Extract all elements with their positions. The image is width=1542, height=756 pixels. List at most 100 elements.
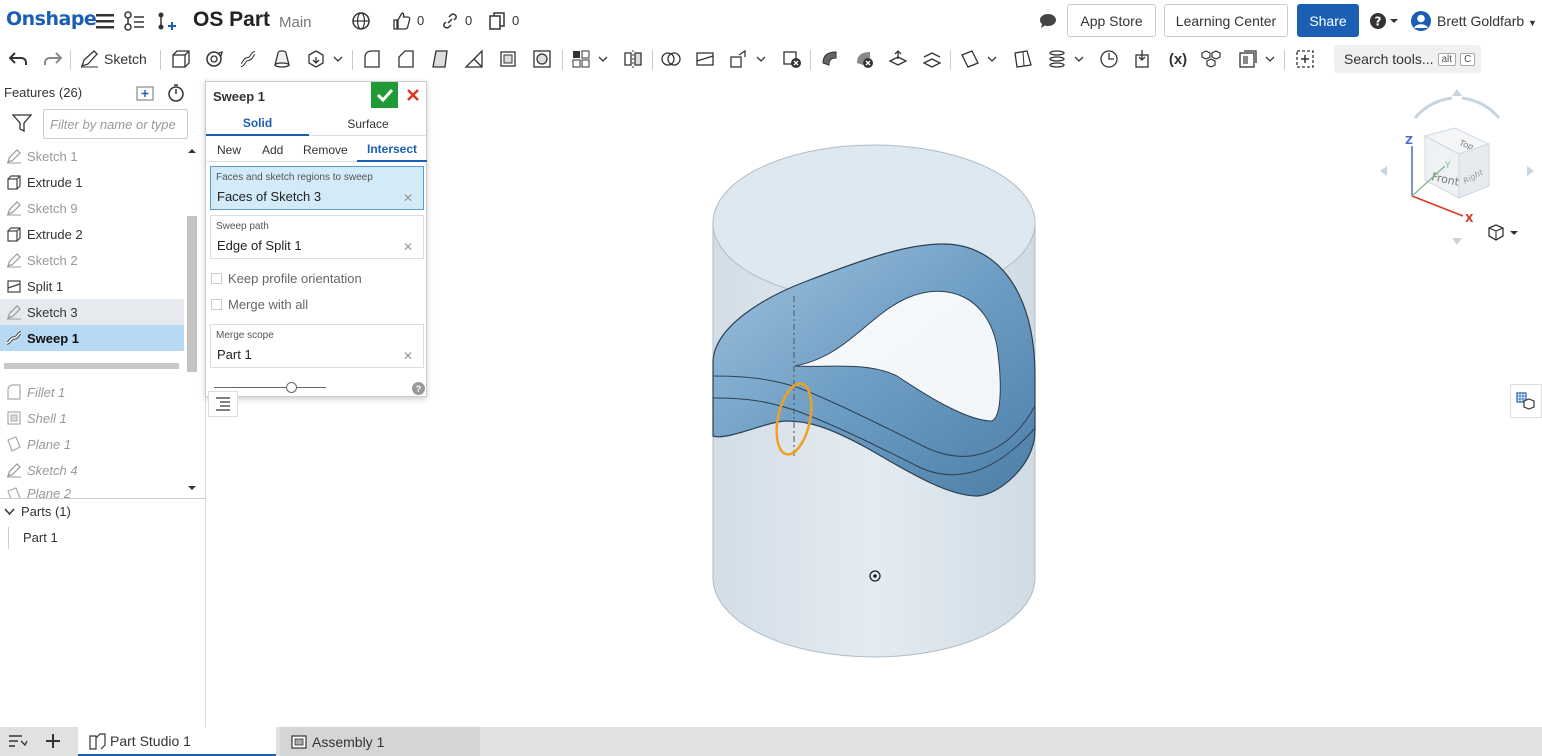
feature-list-panel: Features (26) Filter by name or type Ske… bbox=[0, 79, 206, 727]
parts-header[interactable]: Parts (1) bbox=[4, 504, 71, 519]
chevron-down-icon[interactable] bbox=[753, 47, 769, 71]
feature-item[interactable]: Sketch 3 bbox=[0, 299, 184, 325]
chamfer-icon[interactable] bbox=[394, 47, 418, 71]
move-face-icon[interactable] bbox=[886, 47, 910, 71]
chevron-down-icon[interactable] bbox=[595, 47, 611, 71]
add-tab-icon[interactable] bbox=[44, 732, 62, 755]
scroll-thumb[interactable] bbox=[187, 216, 197, 372]
part-item[interactable]: Part 1 bbox=[23, 530, 58, 545]
revolve-icon[interactable] bbox=[202, 47, 226, 71]
learning-center-button[interactable]: Learning Center bbox=[1164, 4, 1288, 37]
chevron-down-icon[interactable] bbox=[330, 47, 346, 71]
sketch-icon bbox=[5, 303, 23, 321]
pattern-icon[interactable] bbox=[569, 47, 593, 71]
measure-icon[interactable] bbox=[1097, 47, 1121, 71]
graphics-viewport[interactable]: Top Front Right Z X Y bbox=[207, 76, 1542, 727]
document-title[interactable]: OS Part bbox=[193, 8, 270, 32]
view-options-icon[interactable] bbox=[1488, 224, 1518, 241]
branch-name[interactable]: Main bbox=[279, 14, 312, 31]
feature-item[interactable]: Sweep 1 bbox=[0, 325, 184, 351]
toolbar-divider bbox=[562, 50, 563, 70]
feature-item[interactable]: Sketch 4 bbox=[0, 457, 184, 483]
scroll-up-icon[interactable] bbox=[187, 147, 197, 155]
copy-icon[interactable] bbox=[486, 10, 508, 32]
appearance-panel-button[interactable] bbox=[1510, 384, 1542, 418]
user-menu[interactable]: Brett Goldfarb ▼ bbox=[1437, 13, 1537, 29]
comments-icon[interactable] bbox=[1037, 10, 1059, 32]
modify-fillet-icon[interactable] bbox=[818, 47, 842, 71]
add-folder-icon[interactable] bbox=[136, 84, 156, 107]
feature-item[interactable]: Sketch 2 bbox=[0, 247, 184, 273]
sweep-icon[interactable] bbox=[236, 47, 260, 71]
tab-manager-icon[interactable] bbox=[8, 733, 28, 754]
chevron-down-icon[interactable] bbox=[1071, 47, 1087, 71]
like-icon[interactable] bbox=[390, 10, 412, 32]
extrude-icon[interactable] bbox=[168, 47, 192, 71]
feature-item[interactable]: Split 1 bbox=[0, 273, 184, 299]
onshape-logo[interactable]: Onshape bbox=[6, 8, 97, 30]
plane-icon[interactable] bbox=[958, 47, 982, 71]
sketch-button[interactable]: Sketch bbox=[80, 47, 152, 71]
feature-item[interactable]: Extrude 2 bbox=[0, 221, 184, 247]
delete-face-icon[interactable] bbox=[852, 47, 876, 71]
mate-connector-icon[interactable] bbox=[1011, 47, 1035, 71]
feature-item[interactable]: Fillet 1 bbox=[0, 379, 184, 405]
parts-header-label: Parts (1) bbox=[21, 504, 71, 519]
search-tools-button[interactable]: Search tools... alt C bbox=[1334, 45, 1481, 73]
shell-icon[interactable] bbox=[496, 47, 520, 71]
delete-part-icon[interactable] bbox=[780, 47, 804, 71]
boolean-icon[interactable] bbox=[659, 47, 683, 71]
axis-y-label: Y bbox=[1444, 161, 1451, 171]
undo-icon[interactable] bbox=[6, 47, 30, 71]
feature-item[interactable]: Plane 2 bbox=[0, 483, 184, 499]
redo-icon[interactable] bbox=[41, 47, 65, 71]
draft-icon[interactable] bbox=[428, 47, 452, 71]
timer-icon[interactable] bbox=[166, 83, 186, 108]
replace-face-icon[interactable] bbox=[920, 47, 944, 71]
app-store-button[interactable]: App Store bbox=[1067, 4, 1156, 37]
feature-item-label: Sketch 1 bbox=[27, 148, 78, 164]
fillet-icon[interactable] bbox=[360, 47, 384, 71]
user-avatar-icon[interactable] bbox=[1410, 10, 1432, 32]
tab-assembly[interactable]: Assembly 1 bbox=[280, 727, 480, 756]
link-icon[interactable] bbox=[439, 10, 461, 32]
feature-item-label: Sketch 3 bbox=[27, 304, 78, 320]
rib-icon[interactable] bbox=[462, 47, 486, 71]
helix-icon[interactable] bbox=[1045, 47, 1069, 71]
feature-item[interactable]: Shell 1 bbox=[0, 405, 184, 431]
loft-icon[interactable] bbox=[270, 47, 294, 71]
feature-item[interactable]: Sketch 1 bbox=[0, 143, 184, 169]
feature-item[interactable]: Extrude 1 bbox=[0, 169, 184, 195]
user-name: Brett Goldfarb bbox=[1437, 13, 1525, 29]
feature-item[interactable]: Plane 1 bbox=[0, 431, 184, 457]
configurations-icon[interactable] bbox=[1199, 47, 1223, 71]
branch-add-icon[interactable] bbox=[156, 10, 178, 32]
scroll-down-icon[interactable] bbox=[187, 484, 197, 492]
mirror-icon[interactable] bbox=[621, 47, 645, 71]
thicken-icon[interactable] bbox=[304, 47, 328, 71]
view-cube[interactable]: Top Front Right Z X Y bbox=[1380, 89, 1534, 245]
variable-icon[interactable]: (x) bbox=[1165, 47, 1191, 71]
section-view-icon[interactable] bbox=[1236, 47, 1260, 71]
feature-item[interactable]: Sketch 9 bbox=[0, 195, 184, 221]
split-icon[interactable] bbox=[693, 47, 717, 71]
chevron-down-icon[interactable] bbox=[984, 47, 1000, 71]
model-canvas[interactable]: Top Front Right Z X Y bbox=[207, 76, 1542, 727]
filter-icon[interactable] bbox=[11, 114, 33, 137]
feature-filter-input[interactable]: Filter by name or type bbox=[43, 109, 188, 139]
globe-icon[interactable] bbox=[350, 10, 372, 32]
add-custom-feature-icon[interactable] bbox=[1293, 47, 1317, 71]
hole-icon[interactable] bbox=[530, 47, 554, 71]
toolbar-divider bbox=[1284, 50, 1285, 70]
rollback-bar[interactable] bbox=[4, 363, 179, 369]
share-button[interactable]: Share bbox=[1297, 4, 1359, 37]
assembly-icon bbox=[291, 734, 307, 749]
import-icon[interactable] bbox=[1131, 47, 1155, 71]
transform-icon[interactable] bbox=[727, 47, 751, 71]
feature-scrollbar[interactable] bbox=[186, 144, 200, 494]
hamburger-menu-icon[interactable] bbox=[94, 10, 116, 32]
tab-part-studio[interactable]: Part Studio 1 bbox=[78, 727, 276, 756]
version-graph-icon[interactable] bbox=[124, 10, 146, 32]
help-menu-icon[interactable]: ? bbox=[1367, 10, 1401, 32]
chevron-down-icon[interactable] bbox=[1262, 47, 1278, 71]
